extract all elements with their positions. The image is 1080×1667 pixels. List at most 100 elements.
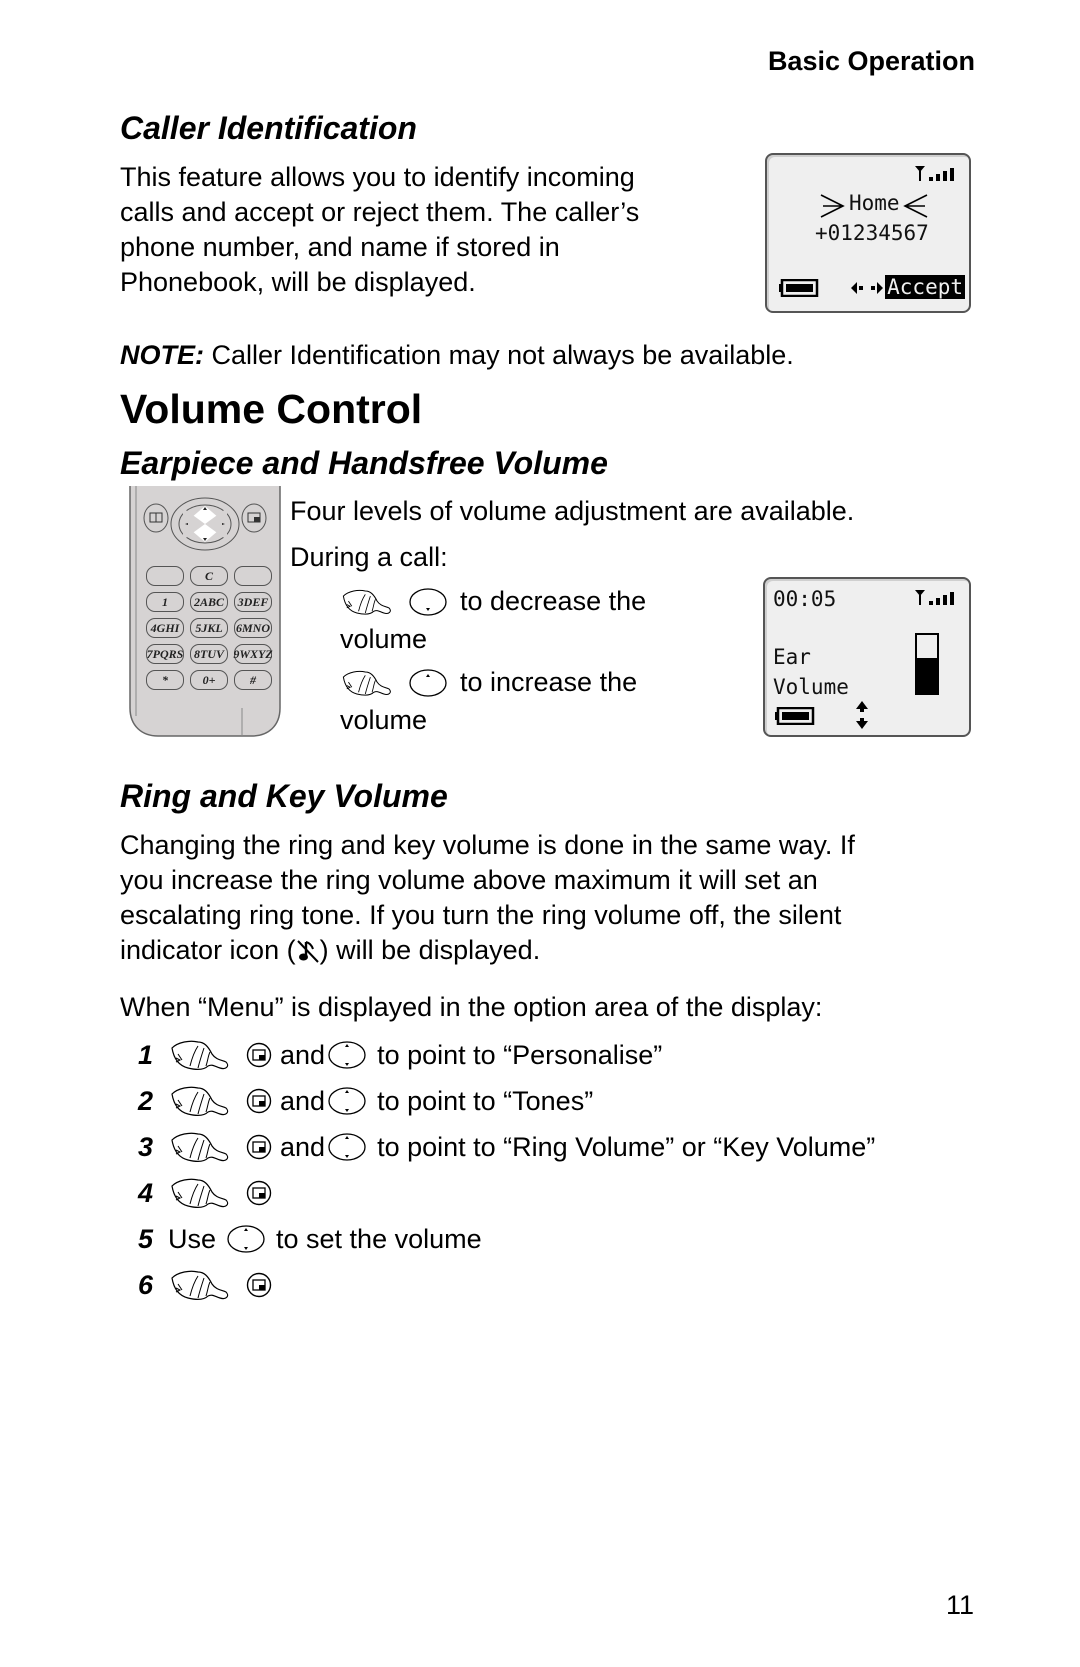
- press-hand-icon: [168, 1084, 232, 1118]
- nav-key-icon: [327, 1040, 367, 1070]
- caller-id-note: NOTE: Caller Identification may not alwa…: [120, 338, 794, 373]
- menu-intro: When “Menu” is displayed in the option a…: [120, 992, 823, 1022]
- accept-softkey[interactable]: Accept: [885, 275, 965, 299]
- step-text: to point to “Personalise”: [377, 1039, 663, 1070]
- keypad-key-label: 1: [162, 594, 168, 609]
- keypad-key-label: 4GHI: [150, 620, 180, 635]
- press-hand-icon: [168, 1130, 232, 1164]
- signal-strength-icon: [915, 589, 963, 605]
- nav-key-icon: [327, 1132, 367, 1162]
- keypad-key: [146, 566, 184, 586]
- step-number: 6: [138, 1269, 154, 1300]
- volume-control-heading: Volume Control: [120, 386, 423, 432]
- paragraph-line: escalating ring tone. If you turn the ri…: [120, 900, 842, 930]
- keypad-key: *: [146, 670, 184, 690]
- battery-icon: [779, 279, 819, 297]
- running-header: Basic Operation: [767, 46, 975, 76]
- keypad-key-label: 0+: [202, 672, 216, 687]
- keypad-key-label: 3DEF: [237, 594, 269, 609]
- keypad-key: 1: [146, 592, 184, 612]
- step-item: 4: [138, 1173, 280, 1213]
- paragraph-line: indicator icon ( ) will be displayed.: [120, 933, 1000, 968]
- keypad-key: #: [234, 670, 272, 690]
- nav-key-icon: [327, 1086, 367, 1116]
- keypad-key-label: 8TUV: [194, 646, 224, 661]
- keypad-key-label: *: [162, 672, 168, 687]
- incoming-call-screen: Home +01234567 Accept: [765, 153, 971, 313]
- menu-key-icon: [246, 1042, 272, 1068]
- nav-up-key-icon: [408, 668, 448, 698]
- nav-key-icon: [226, 1224, 266, 1254]
- keypad-key: 9WXYZ: [233, 644, 273, 664]
- step-and-text: and: [280, 1131, 326, 1162]
- press-hand-icon: [340, 668, 394, 698]
- decrease-text-cont: volume: [340, 624, 428, 654]
- left-right-arrows-icon: [851, 282, 883, 294]
- step-number: 4: [138, 1177, 154, 1208]
- battery-icon: [775, 707, 815, 725]
- step-and-text: and: [280, 1085, 326, 1116]
- decrease-instruction: to decrease the: [340, 584, 646, 619]
- step-text: to point to “Ring Volume” or “Key Volume…: [377, 1131, 876, 1162]
- step-and-text: and: [280, 1039, 326, 1070]
- step-number: 3: [138, 1131, 154, 1162]
- keypad-key: 5JKL: [190, 618, 228, 638]
- paragraph-line: Phonebook, will be displayed.: [120, 267, 476, 297]
- up-down-arrows-icon: [856, 701, 868, 729]
- keypad-key: 4GHI: [146, 618, 184, 638]
- press-hand-icon: [168, 1038, 232, 1072]
- during-call-label: During a call:: [290, 542, 448, 572]
- caller-id-heading: Caller Identification: [120, 110, 417, 146]
- keypad-key: 7PQRS: [146, 644, 184, 664]
- keypad-key: [234, 566, 272, 586]
- step-number: 2: [138, 1085, 154, 1116]
- signal-strength-icon: [915, 165, 963, 181]
- keypad-key: 3DEF: [234, 592, 272, 612]
- caller-number: +01234567: [815, 221, 929, 245]
- keypad-key-label: 9WXYZ: [233, 646, 273, 661]
- volume-label-line1: Ear: [773, 645, 811, 669]
- menu-key-icon: [246, 1088, 272, 1114]
- phone-keypad-illustration: C 1 2ABC 3DEF 4GHI 5JKL 6MNO 7PQRS 8TUV 9WXYZ * 0+ #: [128, 486, 282, 738]
- keypad-key-label: #: [250, 672, 256, 687]
- keypad-key: 0+: [190, 670, 228, 690]
- ring-key-paragraph: Changing the ring and key volume is done…: [120, 828, 1000, 968]
- paragraph-line: calls and accept or reject them. The cal…: [120, 197, 640, 227]
- earpiece-intro: Four levels of volume adjustment are ava…: [290, 496, 855, 526]
- keypad-key-label: 5JKL: [195, 620, 223, 635]
- caller-id-paragraph: This feature allows you to identify inco…: [120, 160, 720, 300]
- increase-text: to increase the: [460, 667, 638, 697]
- paragraph-line: you increase the ring volume above maxim…: [120, 865, 818, 895]
- decrease-text: to decrease the: [460, 586, 647, 616]
- volume-label-line2: Volume: [773, 675, 849, 699]
- increase-instruction: to increase the: [340, 665, 637, 700]
- keypad-key-label: 6MNO: [235, 620, 270, 635]
- keypad-key: 2ABC: [190, 592, 228, 612]
- menu-key-icon: [246, 1134, 272, 1160]
- paragraph-line: phone number, and name if stored in: [120, 232, 560, 262]
- keypad-key: 6MNO: [234, 618, 272, 638]
- keypad-key-label: C: [204, 568, 213, 583]
- caller-name: Home: [849, 191, 900, 215]
- keypad-key: C: [190, 566, 228, 586]
- ring-key-heading: Ring and Key Volume: [120, 778, 448, 814]
- ear-volume-screen: 00:05 Ear Volume: [763, 577, 971, 737]
- ringing-left-icon: [820, 194, 845, 218]
- earpiece-heading: Earpiece and Handsfree Volume: [120, 445, 608, 481]
- step-number: 5: [138, 1223, 154, 1254]
- menu-key-icon: [246, 1272, 272, 1298]
- increase-text-cont: volume: [340, 705, 428, 735]
- step-use-text: Use: [168, 1223, 217, 1254]
- silent-indicator-icon: [296, 939, 319, 963]
- step-item: 5 Use to set the volume: [138, 1219, 482, 1259]
- keypad-key-label: 2ABC: [193, 594, 224, 609]
- volume-level-bar: [915, 633, 939, 695]
- press-hand-icon: [340, 587, 394, 617]
- paragraph-line-part: indicator icon (: [120, 935, 296, 965]
- note-text: Caller Identification may not always be …: [204, 340, 794, 370]
- volume-level-fill: [917, 658, 937, 693]
- paragraph-line: This feature allows you to identify inco…: [120, 162, 635, 192]
- step-item: 1 and to point to “Personalise”: [138, 1035, 662, 1075]
- paragraph-line: Changing the ring and key volume is done…: [120, 830, 855, 860]
- keypad-key: 8TUV: [190, 644, 228, 664]
